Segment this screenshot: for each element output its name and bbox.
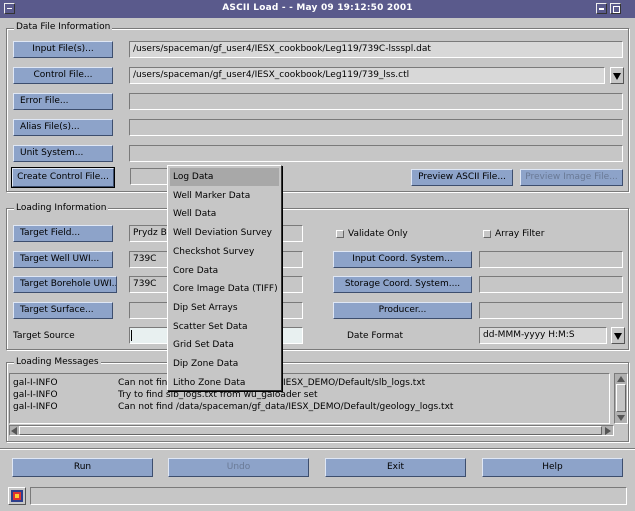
divider: [0, 448, 635, 450]
input-files-field[interactable]: /users/spaceman/gf_user4/IESX_cookbook/L…: [129, 41, 623, 58]
producer-button[interactable]: Producer...: [333, 302, 472, 319]
date-format-dropdown[interactable]: [611, 327, 625, 344]
chevron-down-icon: [613, 73, 621, 80]
help-button[interactable]: Help: [482, 458, 623, 477]
validate-only-checkbox[interactable]: [336, 230, 344, 238]
date-format-field[interactable]: dd-MMM-yyyy H:M:S: [479, 327, 607, 344]
storage-coord-system-button[interactable]: Storage Coord. System....: [333, 276, 472, 293]
log-vertical-scrollbar[interactable]: [614, 373, 628, 424]
maximize-icon[interactable]: [610, 3, 621, 14]
control-file-field[interactable]: /users/spaceman/gf_user4/IESX_cookbook/L…: [129, 67, 605, 84]
log-code: gal-I-INFO: [13, 402, 58, 412]
input-coord-system-button[interactable]: Input Coord. System...: [333, 251, 472, 268]
minimize-icon[interactable]: [596, 3, 607, 14]
undo-button[interactable]: Undo: [168, 458, 309, 477]
log-horizontal-scrollbar[interactable]: [9, 425, 614, 436]
menu-item-dip-set-arrays[interactable]: Dip Set Arrays: [170, 299, 279, 317]
loading-info-title: Loading Information: [14, 203, 109, 213]
menu-item-dip-zone-data[interactable]: Dip Zone Data: [170, 355, 279, 373]
target-field-button[interactable]: Target Field...: [13, 225, 113, 242]
control-file-button[interactable]: Control File...: [13, 67, 113, 84]
validate-only-label: Validate Only: [348, 229, 408, 239]
log-message-tail: IESX_DEMO/Default/slb_logs.txt: [283, 378, 426, 388]
producer-field[interactable]: [479, 302, 623, 319]
app-logo-icon: [8, 487, 26, 505]
menu-item-well-data[interactable]: Well Data: [170, 205, 279, 223]
log-message: Can not find /data/spaceman/gf_data/IESX…: [118, 402, 454, 412]
array-filter-checkbox[interactable]: [483, 230, 491, 238]
storage-coord-system-field[interactable]: [479, 276, 623, 293]
menu-item-grid-set-data[interactable]: Grid Set Data: [170, 336, 279, 354]
data-file-info-title: Data File Information: [14, 22, 113, 32]
input-files-button[interactable]: Input File(s)...: [13, 41, 113, 58]
status-bar: [30, 487, 627, 505]
target-well-uwi-button[interactable]: Target Well UWI...: [13, 251, 113, 268]
control-file-type-menu[interactable]: Log Data Well Marker Data Well Data Well De…: [167, 165, 282, 391]
target-surface-button[interactable]: Target Surface...: [13, 302, 113, 319]
log-code: gal-I-INFO: [13, 390, 58, 400]
menu-item-core-image-data-tiff[interactable]: Core Image Data (TIFF): [170, 280, 279, 298]
menu-item-core-data[interactable]: Core Data: [170, 262, 279, 280]
title-bar[interactable]: ASCII Load - - May 09 19:12:50 2001: [0, 0, 635, 18]
scroll-right-icon[interactable]: [605, 427, 611, 435]
control-file-dropdown[interactable]: [610, 67, 624, 84]
unit-system-button[interactable]: Unit System...: [13, 145, 113, 162]
alias-files-field[interactable]: [129, 119, 623, 136]
menu-item-log-data[interactable]: Log Data: [170, 168, 279, 186]
menu-item-litho-zone-data[interactable]: Litho Zone Data: [170, 374, 279, 392]
text-cursor: [131, 330, 132, 341]
log-message: Can not find: [118, 378, 174, 388]
exit-button[interactable]: Exit: [325, 458, 466, 477]
array-filter-label: Array Filter: [495, 229, 545, 239]
unit-system-field[interactable]: [129, 145, 623, 162]
menu-item-well-deviation-survey[interactable]: Well Deviation Survey: [170, 224, 279, 242]
scroll-up-icon[interactable]: [617, 376, 625, 382]
menu-item-scatter-set-data[interactable]: Scatter Set Data: [170, 318, 279, 336]
window-title: ASCII Load - - May 09 19:12:50 2001: [222, 3, 413, 13]
error-file-button[interactable]: Error File...: [13, 93, 113, 110]
preview-image-button[interactable]: Preview Image File...: [520, 169, 623, 186]
loading-messages-title: Loading Messages: [14, 357, 101, 367]
menu-item-checkshot-survey[interactable]: Checkshot Survey: [170, 243, 279, 261]
scroll-thumb[interactable]: [19, 426, 602, 435]
date-format-label: Date Format: [347, 331, 404, 341]
target-source-label: Target Source: [13, 331, 75, 341]
chevron-down-icon: [614, 333, 622, 340]
loading-messages-log[interactable]: gal-I-INFO Can not find IESX_DEMO/Defaul…: [9, 373, 610, 424]
scroll-left-icon[interactable]: [11, 427, 17, 435]
input-coord-system-field[interactable]: [479, 251, 623, 268]
target-borehole-uwi-button[interactable]: Target Borehole UWI...: [13, 276, 117, 293]
scroll-thumb[interactable]: [616, 384, 626, 412]
scroll-down-icon[interactable]: [617, 415, 625, 421]
logo-icon: [11, 490, 23, 502]
create-control-type-field[interactable]: [130, 168, 170, 185]
menu-item-well-marker-data[interactable]: Well Marker Data: [170, 187, 279, 205]
alias-files-button[interactable]: Alias File(s)...: [13, 119, 113, 136]
log-code: gal-I-INFO: [13, 378, 58, 388]
run-button[interactable]: Run: [12, 458, 153, 477]
error-file-field[interactable]: [129, 93, 623, 110]
preview-ascii-button[interactable]: Preview ASCII File...: [411, 169, 513, 186]
create-control-file-button[interactable]: Create Control File...: [11, 167, 115, 188]
